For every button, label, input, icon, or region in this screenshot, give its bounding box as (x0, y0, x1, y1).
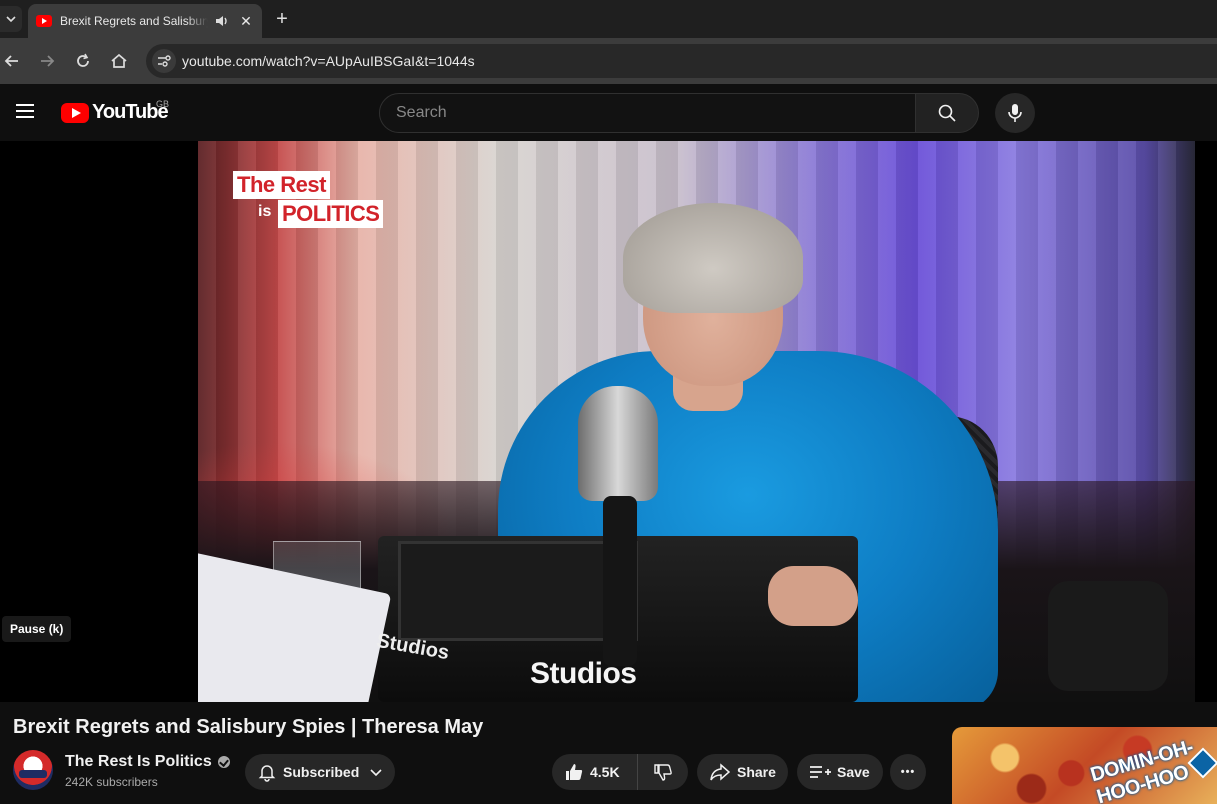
dislike-button[interactable] (638, 754, 688, 790)
scene-person (768, 566, 858, 626)
overlay-brand-line2: POLITICS (278, 200, 384, 228)
thumbs-up-icon (566, 764, 583, 780)
ad-banner[interactable]: DOMIN-OH-HOO-HOO (952, 727, 1217, 804)
tab-title: Brexit Regrets and Salisbury Spies | The… (60, 14, 208, 28)
video-frame[interactable]: Studios Studios The Rest is POLITICS (198, 141, 1195, 702)
pause-tooltip: Pause (k) (2, 616, 72, 642)
site-settings-icon[interactable] (152, 49, 176, 73)
search-input[interactable] (396, 104, 876, 122)
channel-avatar[interactable] (13, 750, 53, 790)
channel-name-text[interactable]: The Rest Is Politics (65, 753, 212, 771)
more-dots-icon: ••• (900, 766, 916, 778)
address-bar[interactable]: youtube.com/watch?v=AUpAuIBSGaI&t=1044s (146, 44, 1217, 78)
verified-check-icon (217, 756, 230, 768)
subscribed-label: Subscribed (283, 764, 360, 780)
scene-microphone (1048, 581, 1168, 691)
like-dislike-group: 4.5K (552, 754, 688, 790)
browser-toolbar: youtube.com/watch?v=AUpAuIBSGaI&t=1044s (0, 38, 1217, 84)
scene-person (623, 203, 803, 313)
thumbs-down-icon (654, 764, 672, 781)
reload-icon[interactable] (73, 51, 93, 71)
microphone-icon (1008, 104, 1022, 122)
youtube-logo[interactable]: YouTube GB (61, 99, 170, 124)
youtube-play-icon (61, 102, 89, 123)
subscriber-count: 242K subscribers (65, 775, 158, 789)
chevron-down-icon (370, 769, 382, 777)
search-button[interactable] (915, 93, 979, 133)
save-button[interactable]: Save (797, 754, 883, 790)
search-icon (938, 104, 956, 122)
chevron-down-icon (6, 16, 16, 23)
share-button[interactable]: Share (697, 754, 788, 790)
like-count: 4.5K (590, 764, 620, 780)
video-player[interactable]: Studios Studios The Rest is POLITICS Pau… (0, 141, 1217, 702)
overlay-brand-line1: The Rest (233, 171, 330, 199)
url-text[interactable]: youtube.com/watch?v=AUpAuIBSGaI&t=1044s (182, 53, 475, 69)
studio-sign: Studios (530, 657, 637, 690)
scene-mic-arm (603, 496, 637, 666)
video-title: Brexit Regrets and Salisbury Spies | The… (13, 716, 484, 738)
browser-tab[interactable]: Brexit Regrets and Salisbury Spies | The… (28, 4, 262, 38)
tab-search-button[interactable] (0, 6, 22, 32)
save-label: Save (837, 764, 870, 780)
browser-tab-strip: Brexit Regrets and Salisbury Spies | The… (0, 0, 1217, 38)
forward-arrow-icon[interactable] (37, 51, 57, 71)
share-arrow-icon (710, 763, 731, 781)
more-actions-button[interactable]: ••• (890, 754, 926, 790)
home-icon[interactable] (109, 51, 129, 71)
channel-name[interactable]: The Rest Is Politics (65, 753, 230, 771)
voice-search-button[interactable] (995, 93, 1035, 133)
speaker-icon[interactable] (214, 13, 230, 29)
subscribed-button[interactable]: Subscribed (245, 754, 395, 790)
youtube-favicon-icon (36, 15, 52, 27)
overlay-brand-is: is (258, 203, 272, 220)
bell-icon (258, 765, 276, 782)
scene-microphone (578, 386, 658, 501)
share-label: Share (737, 764, 776, 780)
search-box[interactable] (379, 93, 916, 133)
new-tab-button[interactable]: + (272, 9, 292, 29)
country-code: GB (156, 99, 170, 109)
youtube-masthead: YouTube GB (0, 84, 1217, 141)
menu-icon[interactable] (16, 104, 34, 118)
close-tab-icon[interactable]: ✕ (238, 13, 254, 30)
add-to-playlist-icon (810, 766, 831, 778)
scene-monitor (398, 541, 638, 641)
back-arrow-icon[interactable] (2, 51, 22, 71)
like-button[interactable]: 4.5K (552, 754, 638, 790)
